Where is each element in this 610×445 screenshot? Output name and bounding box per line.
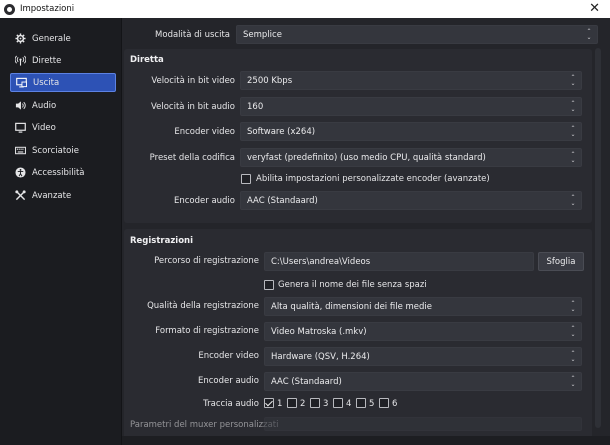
sidebar-item-label: Dirette bbox=[32, 55, 62, 66]
output-mode-select[interactable]: Semplice ⌃ ⌄ bbox=[236, 25, 598, 44]
video-bitrate-value: 2500 Kbps bbox=[247, 75, 293, 86]
audio-track-2-label: 2 bbox=[300, 399, 306, 409]
sidebar-item-label: Avanzate bbox=[32, 190, 72, 201]
audio-bitrate-select[interactable]: 160 ⌃ ⌄ bbox=[240, 97, 582, 116]
output-icon bbox=[16, 77, 27, 88]
sidebar-item-label: Generale bbox=[32, 33, 71, 44]
audio-track-1-label: 1 bbox=[277, 399, 283, 409]
sidebar-item-generale[interactable]: Generale bbox=[10, 29, 116, 48]
sidebar: Generale Dirette Uscita Audio Video Scor… bbox=[0, 18, 122, 445]
custom-encoder-checkbox[interactable] bbox=[241, 174, 251, 184]
recording-path-label: Percorso di registrazione bbox=[154, 256, 259, 266]
chevron-updown-icon: ⌃ ⌄ bbox=[570, 193, 576, 207]
no-space-label: Genera il nome dei file senza spazi bbox=[278, 280, 427, 290]
audio-track-5-checkbox[interactable] bbox=[356, 398, 366, 408]
audio-track-3-label: 3 bbox=[323, 399, 329, 409]
spin-arrows-icon[interactable]: ⌃ ⌄ bbox=[569, 74, 577, 87]
stream-audio-encoder-value: AAC (Standaard) bbox=[247, 195, 318, 206]
stream-video-encoder-select[interactable]: Software (x264) ⌃ ⌄ bbox=[240, 122, 582, 141]
streaming-title: Diretta bbox=[130, 55, 164, 65]
audio-bitrate-value: 160 bbox=[247, 101, 264, 112]
sidebar-item-label: Video bbox=[32, 122, 56, 133]
sidebar-item-scorciatoie[interactable]: Scorciatoie bbox=[10, 141, 116, 160]
rec-video-encoder-label: Encoder video bbox=[198, 351, 259, 361]
custom-encoder-label: Abilita impostazioni personalizzate enco… bbox=[256, 174, 490, 184]
chevron-updown-icon: ⌃ ⌄ bbox=[570, 150, 576, 164]
audio-track-5-label: 5 bbox=[369, 399, 375, 409]
browse-button[interactable]: Sfoglia bbox=[538, 252, 584, 271]
recording-title: Registrazioni bbox=[130, 236, 194, 246]
monitor-icon bbox=[15, 122, 26, 133]
broadcast-icon bbox=[15, 55, 26, 66]
close-icon[interactable]: ✕ bbox=[589, 1, 600, 16]
muxer-label: Parametri del muxer personalizzati bbox=[130, 420, 279, 430]
title-bar: Impostazioni ✕ bbox=[0, 0, 610, 18]
recording-path-value: C:\Users\andrea\Videos bbox=[271, 256, 371, 267]
recording-quality-value: Alta qualità, dimensioni dei file medie bbox=[271, 301, 433, 312]
tools-icon bbox=[15, 190, 26, 201]
chevron-updown-icon: ⌃ ⌄ bbox=[570, 124, 576, 138]
sidebar-item-dirette[interactable]: Dirette bbox=[10, 51, 116, 70]
stream-video-encoder-value: Software (x264) bbox=[247, 126, 316, 137]
stream-audio-encoder-label: Encoder audio bbox=[173, 196, 235, 206]
output-mode-label: Modalità di uscita bbox=[155, 30, 230, 40]
audio-track-1-checkbox[interactable] bbox=[264, 398, 274, 408]
recording-quality-select[interactable]: Alta qualità, dimensioni dei file medie … bbox=[264, 297, 582, 316]
encoder-preset-label: Preset della codifica bbox=[149, 153, 235, 163]
chevron-updown-icon: ⌃ ⌄ bbox=[570, 324, 576, 338]
muxer-input[interactable] bbox=[264, 417, 582, 431]
rec-audio-encoder-select[interactable]: AAC (Standaard) ⌃ ⌄ bbox=[264, 372, 582, 391]
keyboard-icon bbox=[15, 145, 26, 156]
rec-video-encoder-value: Hardware (QSV, H.264) bbox=[271, 351, 370, 362]
rec-audio-encoder-label: Encoder audio bbox=[197, 376, 259, 386]
scrollbar[interactable] bbox=[595, 48, 601, 428]
chevron-updown-icon: ⌃ ⌄ bbox=[586, 27, 592, 41]
audio-track-4-label: 4 bbox=[346, 399, 352, 409]
obs-logo-icon bbox=[4, 3, 15, 15]
chevron-updown-icon: ⌃ ⌄ bbox=[570, 349, 576, 363]
video-bitrate-label: Velocità in bit video bbox=[151, 76, 235, 86]
audio-track-4-checkbox[interactable] bbox=[333, 398, 343, 408]
window-title: Impostazioni bbox=[20, 4, 75, 14]
chevron-updown-icon: ⌃ ⌄ bbox=[570, 374, 576, 388]
no-space-checkbox[interactable] bbox=[264, 280, 274, 290]
sidebar-item-label: Scorciatoie bbox=[32, 145, 79, 156]
chevron-updown-icon: ⌃ ⌄ bbox=[570, 99, 576, 113]
recording-path-input[interactable]: C:\Users\andrea\Videos bbox=[264, 252, 534, 271]
sidebar-item-label: Accessibilità bbox=[32, 167, 85, 178]
video-bitrate-spinbox[interactable]: 2500 Kbps ⌃ ⌄ bbox=[240, 71, 582, 90]
sidebar-item-avanzate[interactable]: Avanzate bbox=[10, 186, 116, 205]
audio-bitrate-label: Velocità in bit audio bbox=[150, 102, 235, 112]
recording-format-label: Formato di registrazione bbox=[155, 326, 259, 336]
gear-icon bbox=[15, 33, 26, 44]
sidebar-item-uscita[interactable]: Uscita bbox=[10, 73, 116, 92]
recording-format-select[interactable]: Video Matroska (.mkv) ⌃ ⌄ bbox=[264, 322, 582, 341]
rec-audio-encoder-value: AAC (Standaard) bbox=[271, 376, 342, 387]
stream-video-encoder-label: Encoder video bbox=[174, 127, 235, 137]
audio-track-6-checkbox[interactable] bbox=[379, 398, 389, 408]
sidebar-item-audio[interactable]: Audio bbox=[10, 96, 116, 115]
speaker-icon bbox=[15, 100, 26, 111]
sidebar-item-label: Audio bbox=[32, 100, 57, 111]
recording-quality-label: Qualità della registrazione bbox=[147, 301, 259, 311]
audio-track-3-checkbox[interactable] bbox=[310, 398, 320, 408]
audio-track-2-checkbox[interactable] bbox=[287, 398, 297, 408]
stream-audio-encoder-select[interactable]: AAC (Standaard) ⌃ ⌄ bbox=[240, 191, 582, 210]
encoder-preset-select[interactable]: veryfast (predefinito) (uso medio CPU, q… bbox=[240, 148, 582, 167]
rec-video-encoder-select[interactable]: Hardware (QSV, H.264) ⌃ ⌄ bbox=[264, 347, 582, 366]
accessibility-icon bbox=[15, 167, 26, 178]
chevron-updown-icon: ⌃ ⌄ bbox=[570, 299, 576, 313]
audio-tracks-label: Traccia audio bbox=[203, 399, 259, 409]
output-mode-value: Semplice bbox=[243, 29, 282, 40]
sidebar-item-accessibilita[interactable]: Accessibilità bbox=[10, 163, 116, 182]
bottom-bar bbox=[122, 436, 610, 445]
encoder-preset-value: veryfast (predefinito) (uso medio CPU, q… bbox=[247, 152, 486, 163]
sidebar-item-video[interactable]: Video bbox=[10, 118, 116, 137]
audio-track-6-label: 6 bbox=[392, 399, 398, 409]
sidebar-item-label: Uscita bbox=[33, 77, 60, 88]
recording-format-value: Video Matroska (.mkv) bbox=[271, 326, 367, 337]
